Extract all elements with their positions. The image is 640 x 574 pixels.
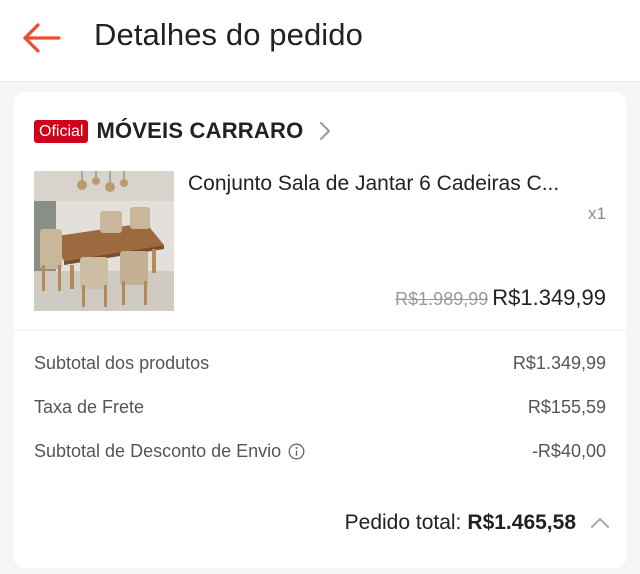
order-card: Oficial MÓVEIS CARRARO Conjunto Sala de … — [14, 92, 626, 568]
summary-line-label: Taxa de Frete — [34, 396, 145, 417]
product-image[interactable] — [34, 171, 174, 311]
summary-line-label-wrap: Subtotal de Desconto de Envio — [34, 441, 305, 462]
summary-line-value: R$1.349,99 — [512, 352, 606, 373]
shop-name: MÓVEIS CARRARO — [96, 118, 304, 143]
dining-set-photo — [34, 171, 174, 311]
order-total-row[interactable]: Pedido total: R$1.465,58 — [345, 506, 610, 540]
summary-line-value: R$155,59 — [527, 396, 606, 417]
summary-line-subtotal: Subtotal dos produtos R$1.349,99 — [34, 350, 606, 376]
summary-line-label: Subtotal dos produtos — [34, 352, 210, 373]
summary-line-value: -R$40,00 — [531, 440, 606, 461]
shop-header[interactable]: Oficial MÓVEIS CARRARO — [34, 114, 331, 148]
current-price: R$1.349,99 — [492, 285, 606, 310]
total-label: Pedido total: — [344, 511, 462, 534]
total-value: R$1.465,58 — [467, 511, 576, 534]
chevron-right-icon — [319, 121, 331, 141]
back-button[interactable] — [18, 18, 64, 58]
product-name[interactable]: Conjunto Sala de Jantar 6 Cadeiras C... — [188, 172, 606, 196]
chevron-up-icon[interactable] — [590, 517, 610, 529]
product-price-row: R$1.989,99 R$1.349,99 — [395, 285, 606, 311]
arrow-left-icon — [23, 23, 61, 53]
original-price: R$1.989,99 — [395, 289, 489, 309]
official-badge: Oficial — [34, 119, 89, 143]
product-quantity: x1 — [588, 204, 606, 223]
info-circle-icon[interactable] — [288, 443, 305, 460]
summary-line-shipping-discount: Subtotal de Desconto de Envio -R$40,00 — [34, 438, 606, 464]
summary-line-shipping: Taxa de Frete R$155,59 — [34, 394, 606, 420]
page-title: Detalhes do pedido — [94, 17, 363, 52]
summary-line-label: Subtotal de Desconto de Envio — [34, 440, 282, 461]
divider — [14, 330, 626, 331]
app-bar: Detalhes do pedido — [0, 0, 640, 82]
